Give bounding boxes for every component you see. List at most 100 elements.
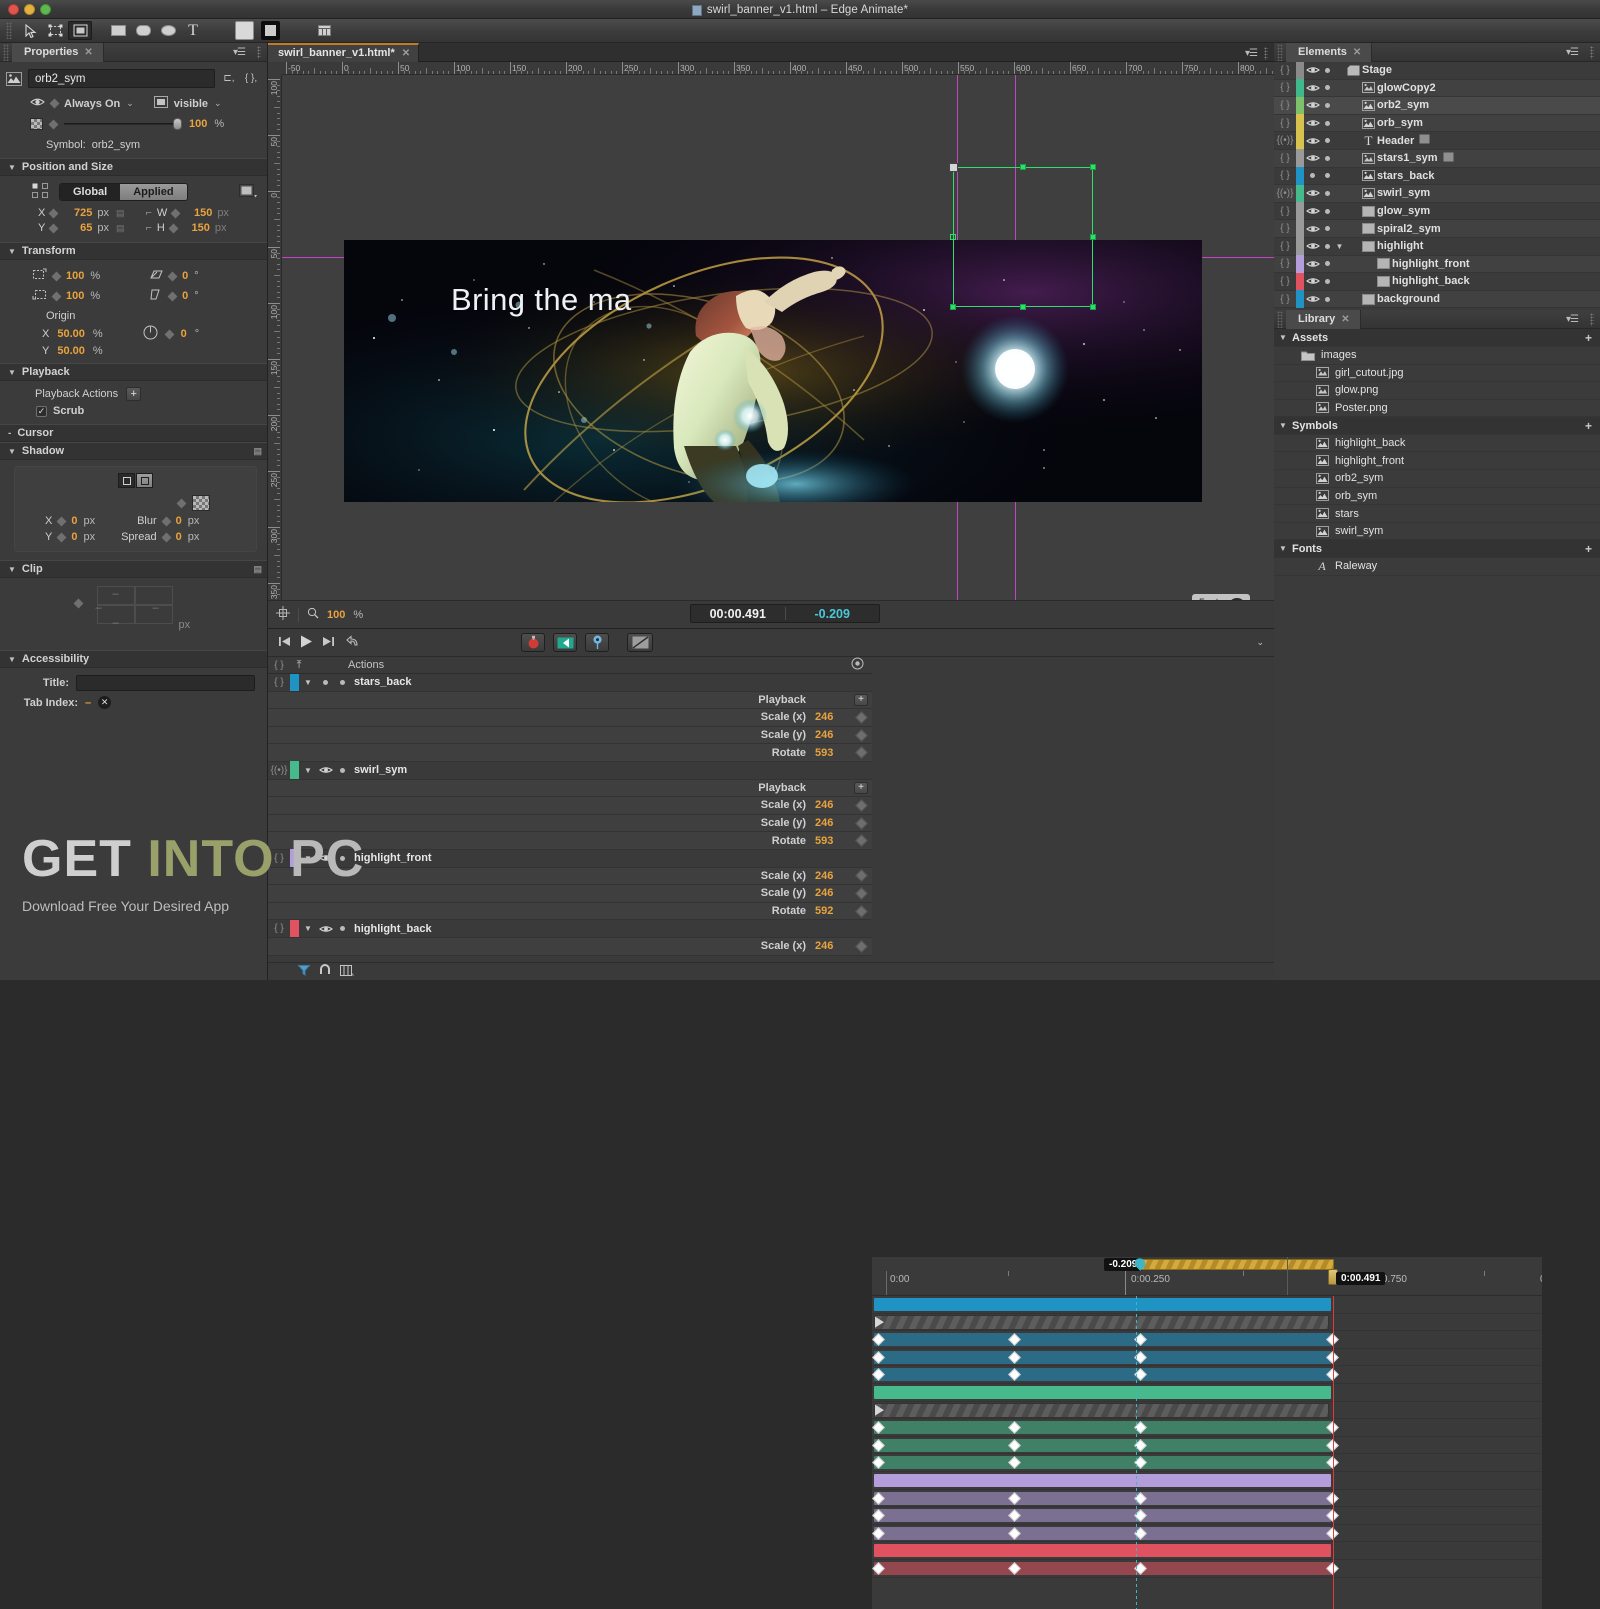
tab-elements[interactable]: Elements ✕ [1286,43,1372,62]
shadow-blur-keyframe-toggle[interactable] [161,516,171,526]
clip-menu-icon[interactable]: ▤ [253,564,262,575]
visibility-toggle-icon[interactable] [1304,188,1321,198]
scale-y-keyframe-toggle[interactable] [52,291,62,301]
lock-dot-icon[interactable] [1321,297,1334,302]
library-item-swirl-sym[interactable]: swirl_sym [1274,523,1600,541]
go-to-start-button[interactable] [278,635,291,650]
property-value[interactable]: 246 [806,870,850,882]
snap-icon[interactable] [319,964,331,979]
add-action-button[interactable]: + [854,782,868,794]
track-actions-icon[interactable]: { } [268,677,290,688]
selection-tool-button[interactable] [18,21,42,40]
rotate-keyframe-toggle[interactable] [164,329,174,339]
layout-grid-button[interactable] [312,21,336,40]
element-actions-icon[interactable]: { } [1274,118,1296,129]
lock-dot-icon[interactable] [1321,261,1334,266]
property-bar[interactable] [874,1368,1331,1381]
close-icon-elements[interactable]: ✕ [1353,47,1361,58]
library-item-highlight-back[interactable]: highlight_back [1274,435,1600,453]
elements-panel-options-grip[interactable] [1590,46,1594,59]
opacity-value[interactable]: 100 [189,118,207,130]
x-value[interactable]: 725 [62,207,92,219]
lane-scale-x-[interactable] [872,1331,1542,1349]
coordinate-space-toggle[interactable]: Global Applied [59,183,188,201]
library-section-assets[interactable]: ▼Assets+ [1274,329,1600,347]
visibility-toggle-icon[interactable] [1304,100,1321,110]
scrub-checkbox[interactable]: ✓ [36,406,47,417]
clip-grid[interactable]: – – – – px [69,586,199,644]
elements-panel-menu-icon[interactable]: ▾☰ [1566,47,1578,58]
filter-icon[interactable] [298,965,310,979]
property-row-scale-y-[interactable]: Scale (y)246 [268,815,872,833]
track-visibility-icon[interactable] [317,680,334,685]
chevron-down-icon-accessibility[interactable]: ▼ [8,655,16,664]
element-actions-icon[interactable]: { } [1274,206,1296,217]
property-value[interactable]: 246 [806,887,850,899]
minimize-window-button[interactable] [24,4,35,15]
stage-panel-grip[interactable] [1264,47,1268,60]
panel-options-grip[interactable] [257,46,261,59]
library-item-orb-sym[interactable]: orb_sym [1274,488,1600,506]
property-value[interactable]: 593 [806,835,850,847]
visibility-toggle-icon[interactable] [1304,173,1321,178]
track-lock-icon[interactable] [334,768,350,773]
transform-tool-button[interactable] [43,21,67,40]
track-expand-icon[interactable]: ▼ [299,924,317,933]
vertical-ruler[interactable]: 10050050100150200250300350400450 [268,75,282,628]
property-row-scale-y-[interactable]: Scale (y)246 [268,885,872,903]
section-position-and-size[interactable]: ▼ Position and Size [0,158,267,176]
opacity-slider[interactable] [64,118,182,130]
element-actions-icon[interactable]: { } [1274,294,1296,305]
lane-stars_back[interactable] [872,1296,1542,1314]
element-actions-icon[interactable]: { } [1274,258,1296,269]
timeline-options-icon[interactable] [851,657,864,673]
element-row-highlight[interactable]: { }▼highlight [1274,238,1600,256]
track-lock-icon[interactable] [334,856,350,861]
element-row-swirl_sym[interactable]: {(•)}swirl_sym [1274,185,1600,203]
add-item-button[interactable]: + [1585,332,1592,344]
close-icon-library[interactable]: ✕ [1341,314,1349,325]
library-item-raleway[interactable]: ARaleway [1274,558,1600,576]
element-row-header[interactable]: {(•)}THeader [1274,132,1600,150]
lock-dot-icon[interactable] [1321,121,1334,126]
selection-handle-br[interactable] [1090,304,1096,310]
property-bar[interactable] [874,1527,1331,1540]
track-lock-icon[interactable] [334,680,350,685]
lock-dot-icon[interactable] [1321,85,1334,90]
scale-x-value[interactable]: 100 [66,270,84,282]
track-row-highlight_front[interactable]: { }▼highlight_front [268,850,872,868]
property-row-scale-x-[interactable]: Scale (x)246 [268,938,872,956]
track-visibility-icon[interactable] [317,924,334,934]
tab-swirl-banner[interactable]: swirl_banner_v1.html* ✕ [268,43,419,62]
skew-x-keyframe-toggle[interactable] [168,271,178,281]
keyframe-toggle[interactable] [855,834,868,847]
elements-list[interactable]: { }Stage{ }glowCopy2{ }orb2_sym{ }orb_sy… [1274,62,1600,308]
visibility-toggle-icon[interactable] [1304,206,1321,216]
keyframe-toggle[interactable] [855,887,868,900]
keyframe-toggle[interactable] [855,817,868,830]
property-keyframe[interactable] [850,731,872,740]
track-actions-icon[interactable]: {(•)} [268,765,290,776]
library-section-fonts[interactable]: ▼Fonts+ [1274,540,1600,558]
shadow-spread-value[interactable]: 0 [176,531,182,543]
open-actions-button[interactable]: { }, [243,71,259,86]
element-extra-icon[interactable] [1443,153,1454,165]
skew-y-value[interactable]: 0 [182,290,188,302]
visibility-toggle-icon[interactable] [1304,241,1321,251]
keyframe-toggle[interactable] [855,799,868,812]
close-icon[interactable]: ✕ [84,47,92,58]
stage-panel-menu-icon[interactable]: ▾☰ [1245,48,1257,59]
element-actions-icon[interactable]: { } [1274,65,1296,76]
element-row-orb2_sym[interactable]: { }orb2_sym [1274,97,1600,115]
shadow-color-keyframe-toggle[interactable] [177,498,187,508]
library-item-poster-png[interactable]: Poster.png [1274,400,1600,418]
element-actions-icon[interactable]: { } [1274,241,1296,252]
chevron-down-icon[interactable]: ▼ [1274,544,1292,553]
element-actions-icon[interactable]: { } [1274,223,1296,234]
shadow-outer-button[interactable] [118,473,135,488]
property-row-scale-x-[interactable]: Scale (x)246 [268,868,872,886]
global-button[interactable]: Global [60,184,120,200]
shadow-inner-button[interactable] [136,473,153,488]
visibility-toggle-icon[interactable] [1304,136,1321,146]
collapse-all-icon[interactable]: ⤒ [290,659,308,672]
